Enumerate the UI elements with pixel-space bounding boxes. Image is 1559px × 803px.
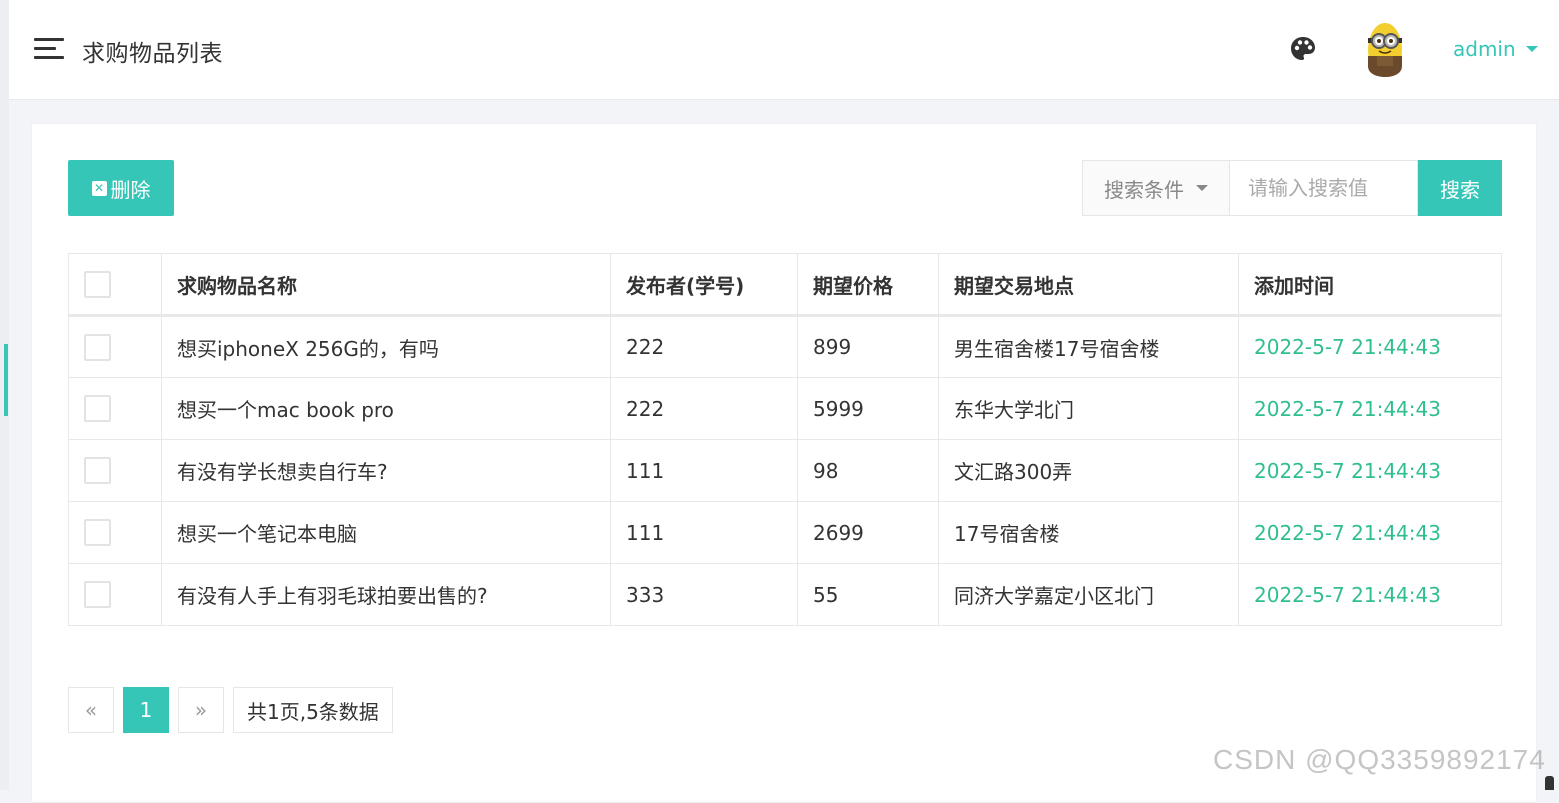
time-cell: 2022-5-7 21:44:43 <box>1238 315 1502 378</box>
price-cell: 98 <box>797 439 939 502</box>
data-table: 求购物品名称 发布者(学号) 期望价格 期望交易地点 添加时间 想买iphone… <box>68 253 1502 626</box>
pagination-info: 共1页,5条数据 <box>233 687 393 733</box>
search-condition-label: 搜索条件 <box>1104 177 1184 202</box>
publisher-cell: 333 <box>610 563 798 626</box>
price-cell: 899 <box>797 315 939 378</box>
row-checkbox[interactable] <box>84 581 111 608</box>
pagination-page-button[interactable]: 1 <box>123 687 169 733</box>
column-header[interactable]: 添加时间 <box>1238 253 1502 317</box>
time-cell: 2022-5-7 21:44:43 <box>1238 563 1502 626</box>
location-cell: 同济大学嘉定小区北门 <box>938 563 1239 626</box>
delete-button[interactable]: ✕ 删除 <box>68 160 174 216</box>
user-avatar[interactable] <box>1365 20 1405 80</box>
column-header[interactable]: 期望价格 <box>797 253 939 317</box>
publisher-cell: 111 <box>610 439 798 502</box>
time-cell: 2022-5-7 21:44:43 <box>1238 439 1502 502</box>
publisher-cell: 111 <box>610 501 798 564</box>
price-cell: 2699 <box>797 501 939 564</box>
search-input[interactable] <box>1230 160 1418 216</box>
caret-down-icon <box>1196 185 1208 191</box>
publisher-cell: 222 <box>610 315 798 378</box>
pagination-next-button[interactable]: » <box>178 687 224 733</box>
delete-x-icon: ✕ <box>91 180 107 196</box>
pagination: « 1 » 共1页,5条数据 <box>68 687 393 733</box>
table-header-row: 求购物品名称 发布者(学号) 期望价格 期望交易地点 添加时间 <box>68 253 1502 317</box>
column-header[interactable]: 发布者(学号) <box>610 253 798 317</box>
time-cell: 2022-5-7 21:44:43 <box>1238 377 1502 440</box>
user-menu[interactable]: admin <box>1453 34 1538 64</box>
table-row[interactable]: 想买一个笔记本电脑 111 2699 17号宿舍楼 2022-5-7 21:44… <box>68 501 1502 564</box>
username-label: admin <box>1453 37 1516 61</box>
table-row[interactable]: 有没有人手上有羽毛球拍要出售的? 333 55 同济大学嘉定小区北门 2022-… <box>68 563 1502 626</box>
price-cell: 55 <box>797 563 939 626</box>
time-cell: 2022-5-7 21:44:43 <box>1238 501 1502 564</box>
select-all-cell <box>68 253 162 317</box>
table-row[interactable]: 想买iphoneX 256G的，有吗 222 899 男生宿舍楼17号宿舍楼 2… <box>68 315 1502 378</box>
caret-down-icon <box>1525 46 1538 52</box>
palette-icon[interactable] <box>1288 34 1318 64</box>
item-name-cell: 有没有学长想卖自行车? <box>161 439 611 502</box>
search-button[interactable]: 搜索 <box>1418 160 1502 216</box>
sidebar-active-indicator <box>4 344 8 416</box>
row-checkbox[interactable] <box>84 333 111 361</box>
item-name-cell: 想买一个mac book pro <box>161 377 611 440</box>
page-title: 求购物品列表 <box>82 41 223 67</box>
search-condition-dropdown[interactable]: 搜索条件 <box>1082 160 1230 216</box>
pagination-prev-button[interactable]: « <box>68 687 114 733</box>
sidebar-edge <box>0 0 9 790</box>
table-row[interactable]: 想买一个mac book pro 222 5999 东华大学北门 2022-5-… <box>68 377 1502 440</box>
table-row[interactable]: 有没有学长想卖自行车? 111 98 文汇路300弄 2022-5-7 21:4… <box>68 439 1502 502</box>
column-header[interactable]: 求购物品名称 <box>161 253 611 317</box>
price-cell: 5999 <box>797 377 939 440</box>
search-group: 搜索条件 搜索 <box>1082 160 1502 216</box>
publisher-cell: 222 <box>610 377 798 440</box>
watermark: CSDN @QQ3359892174 <box>1213 744 1546 775</box>
top-header: 求购物品列表 admin <box>9 0 1559 100</box>
item-name-cell: 想买一个笔记本电脑 <box>161 501 611 564</box>
scroll-handle[interactable] <box>1545 776 1554 790</box>
row-checkbox[interactable] <box>84 519 111 546</box>
column-header[interactable]: 期望交易地点 <box>938 253 1239 317</box>
row-checkbox[interactable] <box>84 457 111 484</box>
content-card: ✕ 删除 搜索条件 搜索 求购物品名称 发布者(学号) 期望价格 期望交易地点 <box>31 123 1537 803</box>
location-cell: 17号宿舍楼 <box>938 501 1239 564</box>
location-cell: 东华大学北门 <box>938 377 1239 440</box>
hamburger-icon[interactable] <box>34 38 64 60</box>
item-name-cell: 有没有人手上有羽毛球拍要出售的? <box>161 563 611 626</box>
row-checkbox[interactable] <box>84 395 111 422</box>
select-all-checkbox[interactable] <box>84 270 111 298</box>
location-cell: 文汇路300弄 <box>938 439 1239 502</box>
location-cell: 男生宿舍楼17号宿舍楼 <box>938 315 1239 378</box>
item-name-cell: 想买iphoneX 256G的，有吗 <box>161 315 611 378</box>
delete-button-label: 删除 <box>110 177 151 202</box>
